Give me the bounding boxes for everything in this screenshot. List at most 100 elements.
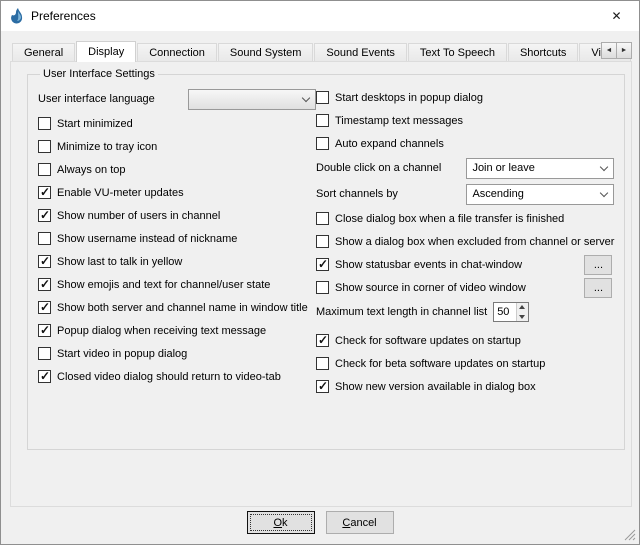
chevron-down-icon: [595, 167, 613, 170]
max-text-length-label: Maximum text length in channel list: [316, 306, 487, 318]
checkbox-icon: [38, 370, 51, 383]
tab-shortcuts[interactable]: Shortcuts: [508, 43, 578, 61]
check-show-username-instead-of-nickname[interactable]: Show username instead of nickname: [38, 227, 316, 250]
left-column: User interface language Start minimized: [38, 86, 316, 398]
max-text-length-spinner[interactable]: 50: [493, 302, 529, 322]
check-show-last-to-talk[interactable]: Show last to talk in yellow: [38, 250, 316, 273]
check-start-minimized[interactable]: Start minimized: [38, 112, 316, 135]
checkbox-icon: [38, 186, 51, 199]
resize-grip[interactable]: [624, 529, 636, 541]
checkbox-icon: [38, 117, 51, 130]
checkbox-label: Check for software updates on startup: [335, 335, 521, 347]
check-enable-vu-meter-updates[interactable]: Enable VU-meter updates: [38, 181, 316, 204]
chevron-down-icon: [595, 193, 613, 196]
check-software-updates[interactable]: Check for software updates on startup: [316, 329, 614, 352]
check-close-dialog-file-transfer[interactable]: Close dialog box when a file transfer is…: [316, 207, 614, 230]
checkbox-label: Show last to talk in yellow: [57, 256, 182, 268]
checkbox-icon: [38, 347, 51, 360]
tab-scroll-right-button[interactable]: ►: [616, 42, 632, 59]
max-text-length-row: Maximum text length in channel list 50: [316, 299, 614, 325]
tab-sound-events[interactable]: Sound Events: [314, 43, 407, 61]
check-minimize-to-tray-icon[interactable]: Minimize to tray icon: [38, 135, 316, 158]
check-show-number-of-users[interactable]: Show number of users in channel: [38, 204, 316, 227]
check-start-video-popup[interactable]: Start video in popup dialog: [38, 342, 316, 365]
arrow-left-icon: ◄: [606, 47, 613, 54]
cancel-button[interactable]: Cancel: [326, 511, 394, 534]
checkbox-icon: [38, 163, 51, 176]
double-click-row: Double click on a channel Join or leave: [316, 155, 614, 181]
check-show-new-version[interactable]: Show new version available in dialog box: [316, 375, 614, 398]
settings-columns: User interface language Start minimized: [38, 86, 614, 398]
check-closed-video-return[interactable]: Closed video dialog should return to vid…: [38, 365, 316, 388]
language-combobox[interactable]: [188, 89, 316, 110]
dialog-footer: Ok Cancel: [1, 511, 639, 535]
tab-connection[interactable]: Connection: [137, 43, 217, 61]
tab-control: General Display Connection Sound System …: [10, 41, 632, 507]
checkbox-label: Closed video dialog should return to vid…: [57, 371, 281, 383]
check-start-desktops-popup[interactable]: Start desktops in popup dialog: [316, 86, 614, 109]
cancel-label-rest: ancel: [350, 517, 376, 529]
checkbox-label: Popup dialog when receiving text message: [57, 325, 266, 337]
double-click-combobox[interactable]: Join or leave: [466, 158, 614, 179]
check-popup-dialog-text-message[interactable]: Popup dialog when receiving text message: [38, 319, 316, 342]
ok-button[interactable]: Ok: [247, 511, 315, 534]
checkbox-icon: [316, 357, 329, 370]
checkbox-icon: [38, 232, 51, 245]
video-source-browse-button[interactable]: ...: [584, 278, 612, 298]
checkbox-icon: [38, 255, 51, 268]
checkbox-label: Always on top: [57, 164, 125, 176]
tab-scroll-left-button[interactable]: ◄: [601, 42, 617, 59]
check-auto-expand-channels[interactable]: Auto expand channels: [316, 132, 614, 155]
language-row: User interface language: [38, 86, 316, 112]
tab-text-to-speech[interactable]: Text To Speech: [408, 43, 507, 61]
check-show-statusbar-events[interactable]: Show statusbar events in chat-window ...: [316, 253, 614, 276]
check-show-video-source[interactable]: Show source in corner of video window ..…: [316, 276, 614, 299]
checkbox-icon: [38, 140, 51, 153]
checkbox-icon: [316, 334, 329, 347]
sort-channels-combobox[interactable]: Ascending: [466, 184, 614, 205]
tab-sound-system[interactable]: Sound System: [218, 43, 314, 61]
check-show-emojis-and-text[interactable]: Show emojis and text for channel/user st…: [38, 273, 316, 296]
combobox-value: Ascending: [472, 188, 595, 200]
check-show-dialog-excluded[interactable]: Show a dialog box when excluded from cha…: [316, 230, 614, 253]
checkbox-icon: [38, 209, 51, 222]
app-icon: [9, 8, 25, 24]
checkbox-label: Enable VU-meter updates: [57, 187, 184, 199]
checkbox-icon: [316, 235, 329, 248]
close-icon: ✕: [611, 9, 621, 23]
checkbox-label: Start desktops in popup dialog: [335, 92, 483, 104]
checkbox-icon: [38, 324, 51, 337]
user-interface-settings-group: User Interface Settings User interface l…: [27, 68, 625, 450]
checkbox-icon: [316, 380, 329, 393]
check-timestamp-text-messages[interactable]: Timestamp text messages: [316, 109, 614, 132]
checkbox-label: Auto expand channels: [335, 138, 444, 150]
group-title: User Interface Settings: [40, 68, 158, 80]
statusbar-events-browse-button[interactable]: ...: [584, 255, 612, 275]
checkbox-label: Show number of users in channel: [57, 210, 220, 222]
ok-label-rest: k: [282, 517, 288, 529]
display-tab-panel: User Interface Settings User interface l…: [10, 61, 632, 507]
double-click-label: Double click on a channel: [316, 162, 441, 174]
checkbox-label: Show a dialog box when excluded from cha…: [335, 236, 614, 248]
checkbox-icon: [316, 137, 329, 150]
checkbox-label: Start minimized: [57, 118, 133, 130]
window-title: Preferences: [31, 9, 594, 23]
checkbox-label: Show source in corner of video window: [335, 282, 526, 294]
tab-strip: General Display Connection Sound System …: [10, 41, 632, 62]
preferences-dialog: Preferences ✕ General Display Connection…: [0, 0, 640, 545]
spinner-buttons: [516, 303, 528, 321]
check-show-server-and-channel-name[interactable]: Show both server and channel name in win…: [38, 296, 316, 319]
check-always-on-top[interactable]: Always on top: [38, 158, 316, 181]
sort-channels-label: Sort channels by: [316, 188, 398, 200]
check-beta-updates[interactable]: Check for beta software updates on start…: [316, 352, 614, 375]
spin-up-button[interactable]: [517, 303, 528, 312]
spin-down-button[interactable]: [517, 312, 528, 321]
checkbox-label: Show statusbar events in chat-window: [335, 259, 522, 271]
close-button[interactable]: ✕: [594, 1, 639, 31]
tab-display[interactable]: Display: [76, 41, 136, 62]
titlebar[interactable]: Preferences ✕: [1, 1, 639, 31]
tab-general[interactable]: General: [12, 43, 75, 61]
checkbox-label: Minimize to tray icon: [57, 141, 157, 153]
checkbox-icon: [38, 301, 51, 314]
right-column: Start desktops in popup dialog Timestamp…: [316, 86, 614, 398]
